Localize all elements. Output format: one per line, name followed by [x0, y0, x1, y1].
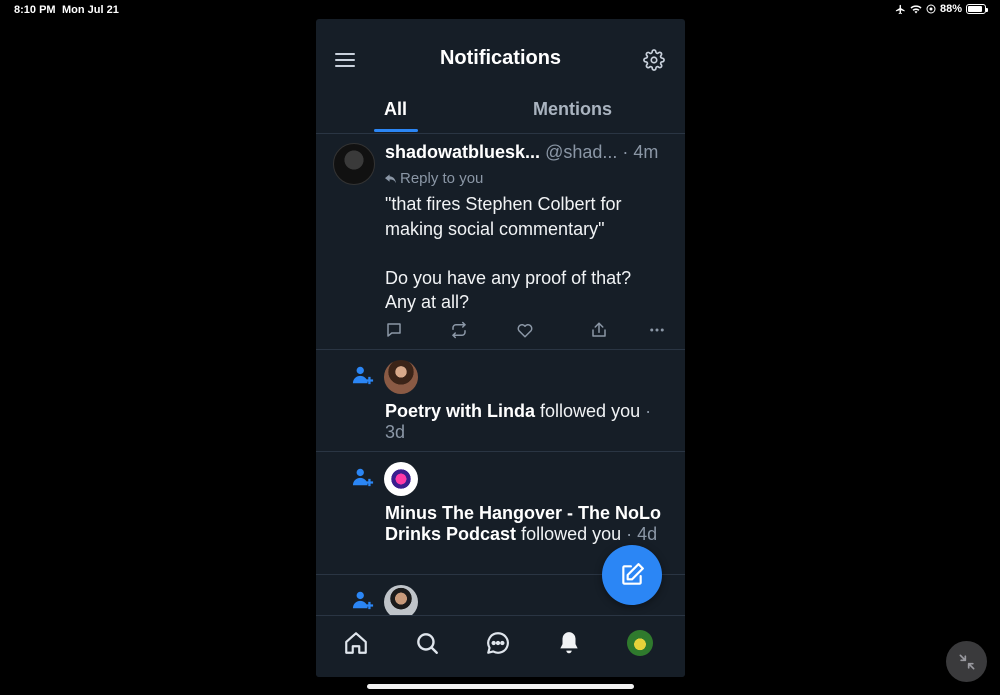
tab-all[interactable]: All	[384, 99, 407, 120]
gear-icon[interactable]	[643, 49, 665, 71]
follow-notification[interactable]: Poetry with Linda followed you · 3d	[316, 350, 685, 452]
home-icon[interactable]	[343, 630, 369, 656]
tab-mentions[interactable]: Mentions	[533, 99, 612, 120]
bell-icon[interactable]	[556, 630, 582, 656]
follow-icon	[352, 591, 374, 610]
header: Notifications	[316, 19, 685, 99]
reply-label: Reply to you	[400, 170, 484, 187]
wifi-icon	[910, 5, 922, 14]
repost-icon[interactable]	[450, 321, 468, 339]
minimize-button[interactable]	[946, 641, 987, 682]
collapse-arrows-icon	[959, 654, 974, 669]
status-bar: 8:10 PM Mon Jul 21 88%	[0, 0, 1000, 20]
active-tab-indicator	[374, 129, 418, 132]
post-text: "that fires Stephen Colbert for making s…	[385, 192, 665, 315]
post-actions	[385, 321, 667, 339]
author-name[interactable]: shadowatbluesk...	[385, 142, 540, 162]
bottom-nav	[316, 615, 685, 677]
reply-indicator: Reply to you	[385, 170, 483, 187]
author-handle: @shad...	[545, 142, 618, 162]
airplane-icon	[895, 4, 905, 14]
profile-avatar[interactable]	[627, 630, 653, 656]
avatar[interactable]	[384, 585, 418, 615]
post-paragraph: "that fires Stephen Colbert for making s…	[385, 194, 622, 239]
notification-text: Minus The Hangover - The NoLo Drinks Pod…	[385, 503, 665, 545]
compose-icon	[622, 563, 644, 585]
post-time: · 4m	[622, 142, 659, 162]
battery-percent: 88%	[939, 3, 962, 15]
search-icon[interactable]	[414, 630, 440, 656]
notification-time: · 4d	[626, 524, 658, 544]
follow-icon	[352, 468, 374, 487]
like-icon[interactable]	[516, 321, 534, 339]
notification-action: followed you	[540, 401, 641, 421]
status-indicators: 88%	[895, 3, 988, 15]
page-title: Notifications	[439, 47, 562, 69]
tab-bar: All Mentions	[316, 99, 685, 134]
status-date: Mon Jul 21	[62, 4, 119, 16]
follower-name[interactable]: Poetry with Linda	[385, 401, 535, 421]
post-header: shadowatbluesk... @shad... · 4m	[385, 142, 673, 163]
avatar[interactable]	[384, 360, 418, 394]
compose-button[interactable]	[602, 545, 662, 605]
share-icon[interactable]	[590, 321, 608, 339]
notification-feed[interactable]: shadowatbluesk... @shad... · 4m Reply to…	[316, 134, 685, 615]
status-time: 8:10 PM	[14, 4, 56, 16]
home-indicator[interactable]	[367, 684, 634, 689]
post-paragraph: Do you have any proof of that? Any at al…	[385, 267, 632, 313]
more-icon[interactable]	[648, 321, 666, 339]
avatar[interactable]	[384, 462, 418, 496]
notification-text: Poetry with Linda followed you · 3d	[385, 401, 665, 443]
reply-post[interactable]: shadowatbluesk... @shad... · 4m Reply to…	[316, 134, 685, 350]
notification-action: followed you	[521, 524, 622, 544]
location-lock-icon	[926, 4, 936, 14]
follow-icon	[352, 366, 374, 385]
avatar[interactable]	[333, 143, 375, 185]
reply-arrow-icon	[385, 173, 396, 183]
chat-icon[interactable]	[485, 630, 511, 656]
app-window: Notifications All Mentions shadowatblues…	[316, 19, 685, 677]
battery-fill	[968, 6, 983, 12]
battery-icon	[966, 4, 988, 14]
reply-icon[interactable]	[385, 321, 403, 339]
